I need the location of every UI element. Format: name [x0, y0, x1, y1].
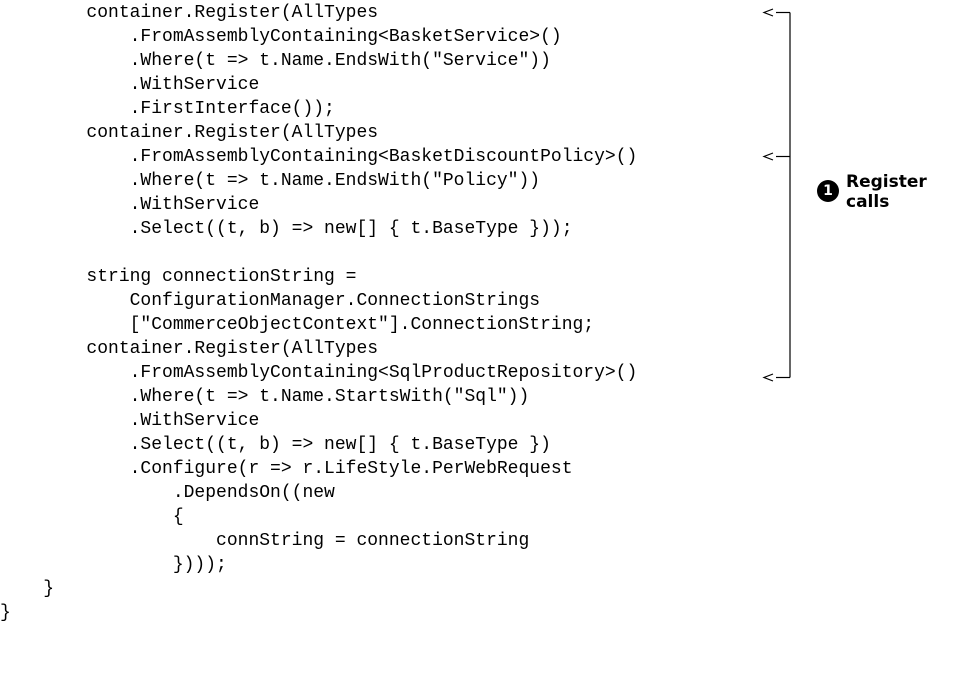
arrowhead-icon [762, 8, 774, 17]
callout-label-line: calls [846, 192, 890, 212]
callout-label: Register calls [846, 172, 927, 212]
callout-number-badge: 1 [817, 180, 839, 202]
arrowhead-icon [762, 152, 774, 161]
annotation-bracket [762, 8, 791, 382]
callout-label-line: Register [846, 172, 927, 192]
arrowhead-icon [762, 373, 774, 382]
